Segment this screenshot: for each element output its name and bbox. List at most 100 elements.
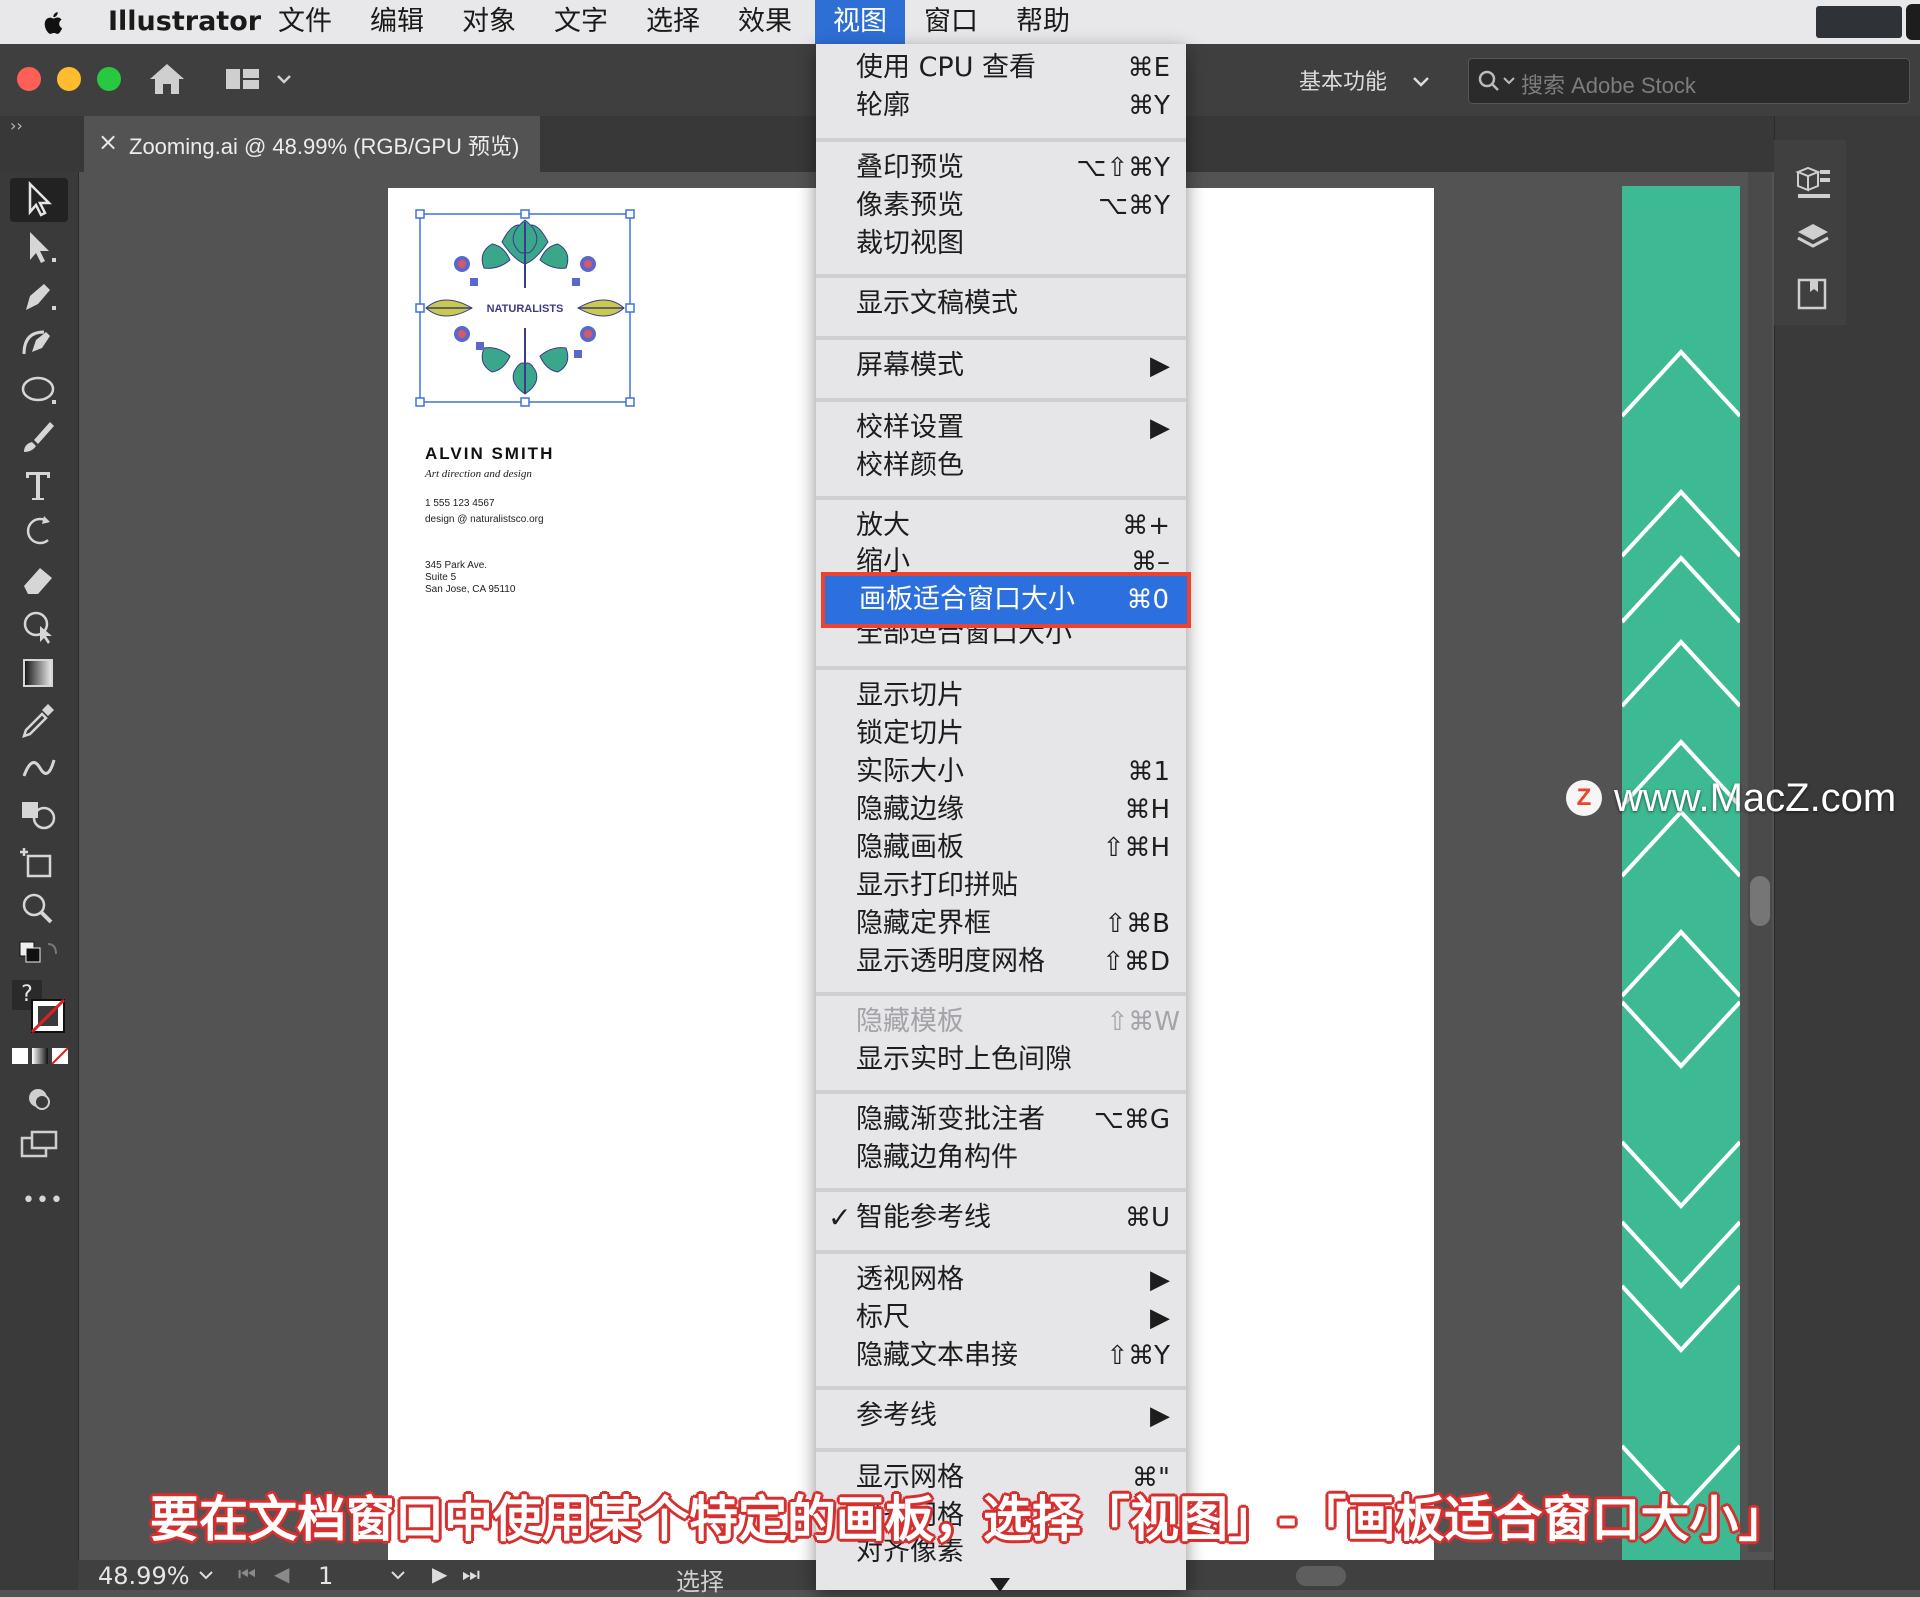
last-artboard-icon[interactable]: ⏭ — [462, 1562, 480, 1586]
checkmark-icon: ✓ — [828, 1201, 852, 1234]
puppet-warp-tool-icon[interactable] — [18, 608, 60, 646]
menu-item-show-slices[interactable]: 显示切片 — [816, 678, 1186, 714]
eyedropper-tool-icon[interactable] — [18, 702, 60, 740]
stroke-color-swatch[interactable] — [30, 998, 68, 1036]
home-icon[interactable] — [148, 62, 186, 96]
watermark-text: www.MacZ.com — [1614, 776, 1897, 820]
scrollbar-thumb[interactable] — [1750, 876, 1770, 926]
menu-item-presentation-mode[interactable]: 显示文稿模式 — [816, 286, 1186, 322]
menu-item-outline[interactable]: 轮廓 ⌘Y — [816, 88, 1186, 124]
menu-window[interactable]: 窗口 — [924, 0, 978, 44]
rotate-tool-icon[interactable] — [18, 512, 60, 550]
selection-tool-icon[interactable] — [18, 180, 60, 218]
pen-tool-icon[interactable] — [18, 276, 60, 314]
document-tab[interactable]: × Zooming.ai @ 48.99% (RGB/GPU 预览) — [84, 116, 540, 172]
menu-object[interactable]: 对象 — [462, 0, 516, 44]
zoom-window-button[interactable] — [97, 67, 121, 91]
menu-item-hide-artboards[interactable]: 隐藏画板 ⇧⌘H — [816, 830, 1186, 866]
menu-item-zoom-out[interactable]: 缩小 ⌘– — [816, 544, 1186, 572]
menu-edit[interactable]: 编辑 — [370, 0, 424, 44]
menu-item-hide-edges[interactable]: 隐藏边缘 ⌘H — [816, 792, 1186, 828]
eraser-tool-icon[interactable] — [18, 560, 60, 598]
swap-fill-stroke-icon[interactable] — [18, 938, 60, 976]
menu-item-fit-all-in-window[interactable]: 全部适合窗口大小 — [816, 628, 1186, 652]
menu-item-lock-slices[interactable]: 锁定切片 — [816, 716, 1186, 752]
menu-view[interactable]: 视图 — [815, 0, 905, 44]
more-tools-icon[interactable]: ••• — [22, 1188, 64, 1213]
menu-item-hide-corner-widget[interactable]: 隐藏边角构件 — [816, 1140, 1186, 1176]
mac-menubar: Illustrator 文件 编辑 对象 文字 选择 效果 视图 窗口 帮助 — [0, 0, 1920, 44]
screen-mode-icon[interactable] — [20, 1130, 58, 1160]
paintbrush-tool-icon[interactable] — [18, 418, 60, 456]
menu-type[interactable]: 文字 — [554, 0, 608, 44]
previous-artboard-icon[interactable]: ◀ — [274, 1562, 289, 1586]
search-input[interactable]: 搜索 Adobe Stock — [1521, 68, 1696, 100]
apple-icon[interactable] — [40, 9, 68, 37]
adobe-stock-search[interactable]: 搜索 Adobe Stock — [1468, 58, 1910, 104]
shape-builder-tool-icon[interactable] — [18, 796, 60, 834]
workspace-label: 基本功能 — [1298, 70, 1387, 95]
first-artboard-icon[interactable]: ⏮ — [238, 1562, 256, 1586]
naturalists-logo[interactable]: NATURALISTS — [414, 208, 636, 408]
menu-item-cpu-view[interactable]: 使用 CPU 查看 ⌘E — [816, 50, 1186, 86]
menu-help[interactable]: 帮助 — [1016, 0, 1070, 44]
menu-item-rulers[interactable]: 标尺 ▶ — [816, 1300, 1186, 1336]
menu-item-hide-gradient-annotator[interactable]: 隐藏渐变批注者 ⌥⌘G — [816, 1102, 1186, 1138]
color-mode-icons[interactable] — [12, 1046, 68, 1066]
menu-item-show-live-paint-gaps[interactable]: 显示实时上色间隙 — [816, 1042, 1186, 1078]
expand-panel-icon[interactable]: ›› — [10, 116, 23, 135]
horizontal-scrollbar-thumb[interactable] — [1296, 1566, 1346, 1586]
arrange-documents-icon[interactable] — [226, 66, 294, 96]
menu-item-hide-text-threads[interactable]: 隐藏文本串接 ⇧⌘Y — [816, 1338, 1186, 1374]
menu-item-show-print-tiling[interactable]: 显示打印拼贴 — [816, 868, 1186, 904]
document-tab-title: Zooming.ai @ 48.99% (RGB/GPU 预览) — [129, 134, 520, 159]
menubar-status-item[interactable] — [1816, 6, 1902, 38]
zoom-level-field[interactable]: 48.99% — [98, 1562, 190, 1590]
drawing-mode-icon[interactable] — [24, 1084, 54, 1112]
workspace-switcher[interactable]: 基本功能 — [1299, 64, 1430, 96]
menu-item-pixel-preview[interactable]: 像素预览 ⌥⌘Y — [816, 188, 1186, 224]
menu-item-show-transparency-grid[interactable]: 显示透明度网格 ⇧⌘D — [816, 944, 1186, 980]
properties-panel-icon[interactable] — [1794, 164, 1832, 202]
card-address-line2: Suite 5 — [425, 572, 457, 583]
search-icon — [1478, 70, 1515, 91]
card-email: design @ naturalistsco.org — [425, 514, 544, 525]
menu-app-name[interactable]: Illustrator — [108, 0, 261, 44]
menu-item-screen-mode[interactable]: 屏幕模式 ▶ — [816, 348, 1186, 384]
zoom-dropdown-icon[interactable] — [198, 1570, 214, 1582]
minimize-window-button[interactable] — [57, 67, 81, 91]
menu-item-guides[interactable]: 参考线 ▶ — [816, 1398, 1186, 1434]
libraries-panel-icon[interactable] — [1796, 276, 1830, 312]
direct-selection-tool-icon[interactable] — [18, 228, 60, 266]
ellipse-tool-icon[interactable] — [18, 370, 60, 408]
watermark-logo-icon: Z — [1566, 780, 1602, 816]
layers-panel-icon[interactable] — [1794, 220, 1832, 256]
menu-item-hide-bounding-box[interactable]: 隐藏定界框 ⇧⌘B — [816, 906, 1186, 942]
menu-select[interactable]: 选择 — [646, 0, 700, 44]
close-tab-icon[interactable]: × — [98, 128, 118, 156]
menu-item-trim-view[interactable]: 裁切视图 — [816, 226, 1186, 262]
zoom-tool-icon[interactable] — [18, 890, 60, 928]
right-panel-dock — [1774, 116, 1920, 1590]
artboard-dropdown-icon[interactable] — [390, 1570, 406, 1582]
vertical-scrollbar[interactable] — [1748, 172, 1772, 1552]
menubar-edge-item — [1906, 4, 1920, 40]
menu-item-perspective-grid[interactable]: 透视网格 ▶ — [816, 1262, 1186, 1298]
next-artboard-icon[interactable]: ▶ — [432, 1562, 447, 1586]
menu-item-smart-guides[interactable]: ✓ 智能参考线 ⌘U — [816, 1200, 1186, 1236]
type-tool-icon[interactable] — [18, 466, 60, 504]
menu-item-zoom-in[interactable]: 放大 ⌘+ — [816, 508, 1186, 544]
menu-item-proof-setup[interactable]: 校样设置 ▶ — [816, 410, 1186, 446]
menu-file[interactable]: 文件 — [278, 0, 332, 44]
curvature-tool-icon[interactable] — [18, 322, 60, 360]
gradient-tool-icon[interactable] — [18, 654, 60, 692]
menu-effect[interactable]: 效果 — [738, 0, 792, 44]
artboard-number-field[interactable]: 1 — [318, 1562, 333, 1590]
blend-tool-icon[interactable] — [18, 748, 60, 786]
menu-item-actual-size[interactable]: 实际大小 ⌘1 — [816, 754, 1186, 790]
menu-item-overprint-preview[interactable]: 叠印预览 ⌥⇧⌘Y — [816, 150, 1186, 186]
menu-item-fit-artboard-in-window[interactable]: 画板适合窗口大小 ⌘0 — [821, 572, 1191, 628]
close-window-button[interactable] — [17, 67, 41, 91]
artboard-tool-icon[interactable] — [18, 844, 60, 882]
menu-item-proof-colors[interactable]: 校样颜色 — [816, 448, 1186, 484]
